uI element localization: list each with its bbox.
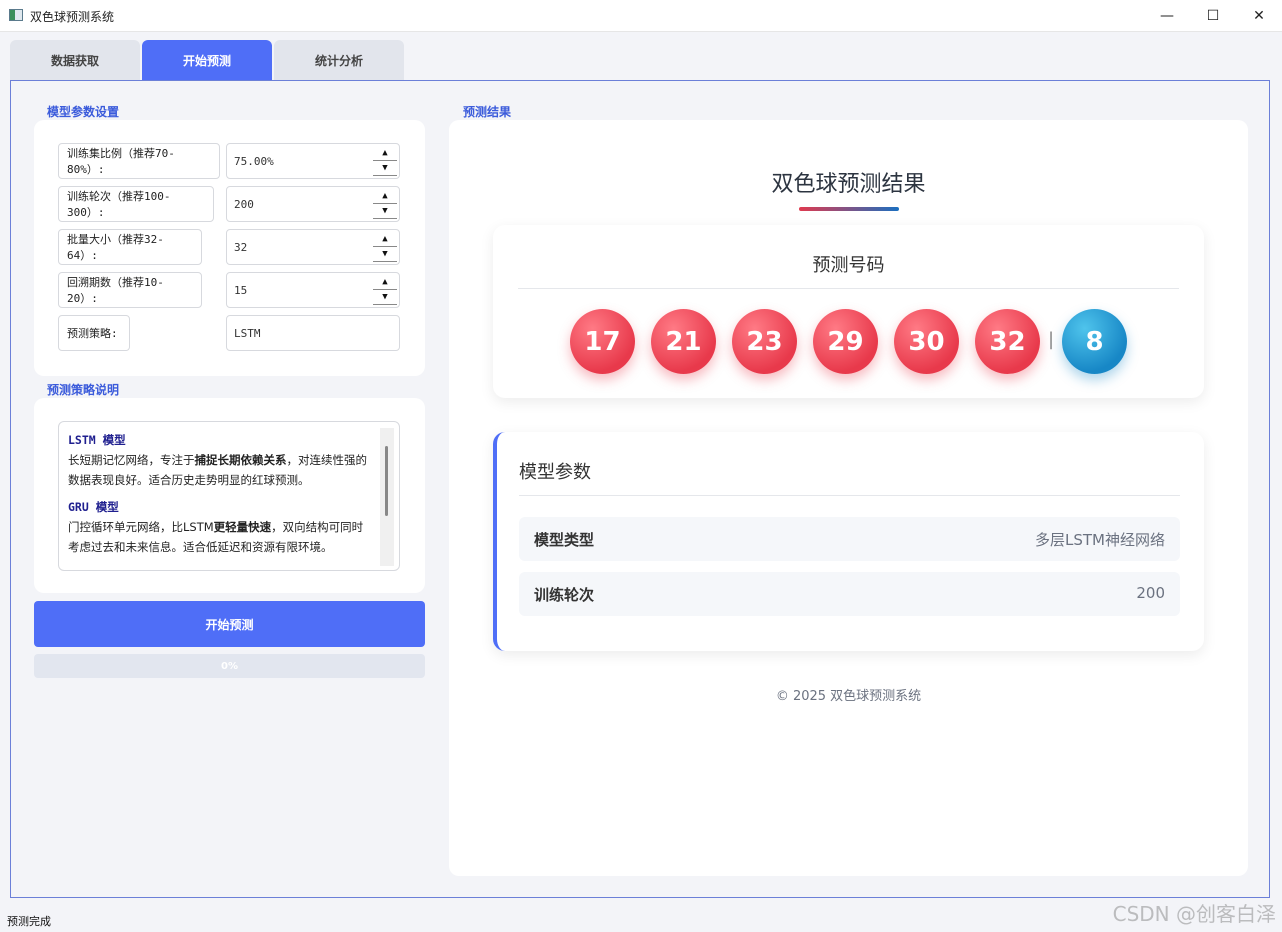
tab-statistics[interactable]: 统计分析 [274, 40, 404, 80]
title-bar: 双色球预测系统 — ☐ ✕ [0, 0, 1282, 32]
results-heading: 预测结果 [463, 105, 512, 119]
progress-label: 0% [221, 660, 238, 672]
batch-size-value: 32 [234, 241, 248, 254]
divider [519, 495, 1180, 496]
strategy-value: LSTM [234, 327, 261, 340]
watermark: CSDN @创客白泽 [1112, 902, 1276, 926]
lookback-value: 15 [234, 284, 248, 297]
description-scrollbar[interactable] [380, 428, 394, 566]
strategy-heading: 预测策略说明 [47, 383, 120, 397]
spin-up-icon[interactable]: ▲ [373, 232, 397, 247]
model-heading: 模型参数 [519, 462, 591, 483]
copyright-footer: © 2025 双色球预测系统 [775, 689, 922, 704]
tab-data-fetch[interactable]: 数据获取 [10, 40, 140, 80]
model-row-type: 模型类型 多层LSTM神经网络 [519, 517, 1180, 561]
model-type-key: 模型类型 [534, 531, 595, 549]
result-title: 双色球预测结果 [771, 172, 926, 197]
spin-down-icon[interactable]: ▼ [373, 161, 397, 176]
red-ball: 23 [732, 309, 797, 374]
strategy-text-lstm: 长短期记忆网络，专注于捕捉长期依赖关系，对连续性强的数据表现良好。适合历史走势明… [68, 453, 367, 487]
red-ball: 17 [570, 309, 635, 374]
red-ball: 29 [813, 309, 878, 374]
train-ratio-value: 75.00% [234, 155, 274, 168]
close-button[interactable]: ✕ [1236, 0, 1282, 31]
train-ratio-spinbox[interactable]: 75.00% ▲ ▼ [226, 143, 400, 179]
balls-heading: 预测号码 [812, 255, 885, 276]
strategy-description[interactable]: LSTM 模型 长短期记忆网络，专注于捕捉长期依赖关系，对连续性强的数据表现良好… [58, 421, 400, 571]
window-title: 双色球预测系统 [30, 10, 115, 24]
scrollbar-thumb[interactable] [385, 446, 388, 516]
spin-up-icon[interactable]: ▲ [373, 189, 397, 204]
params-heading: 模型参数设置 [47, 105, 120, 119]
spin-up-icon[interactable]: ▲ [373, 146, 397, 161]
spin-down-icon[interactable]: ▼ [373, 290, 397, 305]
epochs-value: 200 [234, 198, 254, 211]
divider [518, 288, 1179, 289]
param-label-epochs: 训练轮次（推荐100-300）: [58, 186, 214, 222]
blue-ball: 8 [1062, 309, 1127, 374]
batch-size-spinbox[interactable]: 32 ▲ ▼ [226, 229, 400, 265]
red-ball: 32 [975, 309, 1040, 374]
strategy-text-gru: 门控循环单元网络，比LSTM更轻量快速，双向结构可同时考虑过去和未来信息。适合低… [68, 520, 364, 554]
app-icon [9, 9, 23, 21]
maximize-button[interactable]: ☐ [1190, 0, 1236, 31]
ball-separator: | [1048, 329, 1055, 350]
model-params-card: 模型参数 模型类型 多层LSTM神经网络 训练轮次 200 [493, 432, 1204, 651]
param-label-batch-size: 批量大小（推荐32-64）: [58, 229, 202, 265]
param-label-strategy: 预测策略: [58, 315, 130, 351]
title-underline [799, 207, 899, 211]
start-prediction-button[interactable]: 开始预测 [34, 601, 425, 647]
red-ball: 30 [894, 309, 959, 374]
tab-start-prediction[interactable]: 开始预测 [142, 40, 272, 80]
param-label-train-ratio: 训练集比例（推荐70-80%）: [58, 143, 220, 179]
model-epochs-value: 200 [1136, 584, 1165, 602]
strategy-title-gru: GRU 模型 [68, 500, 119, 514]
lookback-spinbox[interactable]: 15 ▲ ▼ [226, 272, 400, 308]
param-label-lookback: 回溯期数（推荐10-20）: [58, 272, 202, 308]
strategy-title-lstm: LSTM 模型 [68, 433, 126, 447]
minimize-button[interactable]: — [1144, 0, 1190, 31]
spin-down-icon[interactable]: ▼ [373, 204, 397, 219]
status-bar: 预测完成 [7, 915, 51, 928]
model-epochs-key: 训练轮次 [534, 586, 595, 604]
spin-up-icon[interactable]: ▲ [373, 275, 397, 290]
model-row-epochs: 训练轮次 200 [519, 572, 1180, 616]
spin-down-icon[interactable]: ▼ [373, 247, 397, 262]
strategy-select[interactable]: LSTM [226, 315, 400, 351]
red-ball: 21 [651, 309, 716, 374]
epochs-spinbox[interactable]: 200 ▲ ▼ [226, 186, 400, 222]
progress-bar: 0% [34, 654, 425, 678]
model-type-value: 多层LSTM神经网络 [1035, 531, 1165, 549]
prediction-balls-card: 预测号码 17 21 23 29 30 32 | 8 [493, 225, 1204, 398]
